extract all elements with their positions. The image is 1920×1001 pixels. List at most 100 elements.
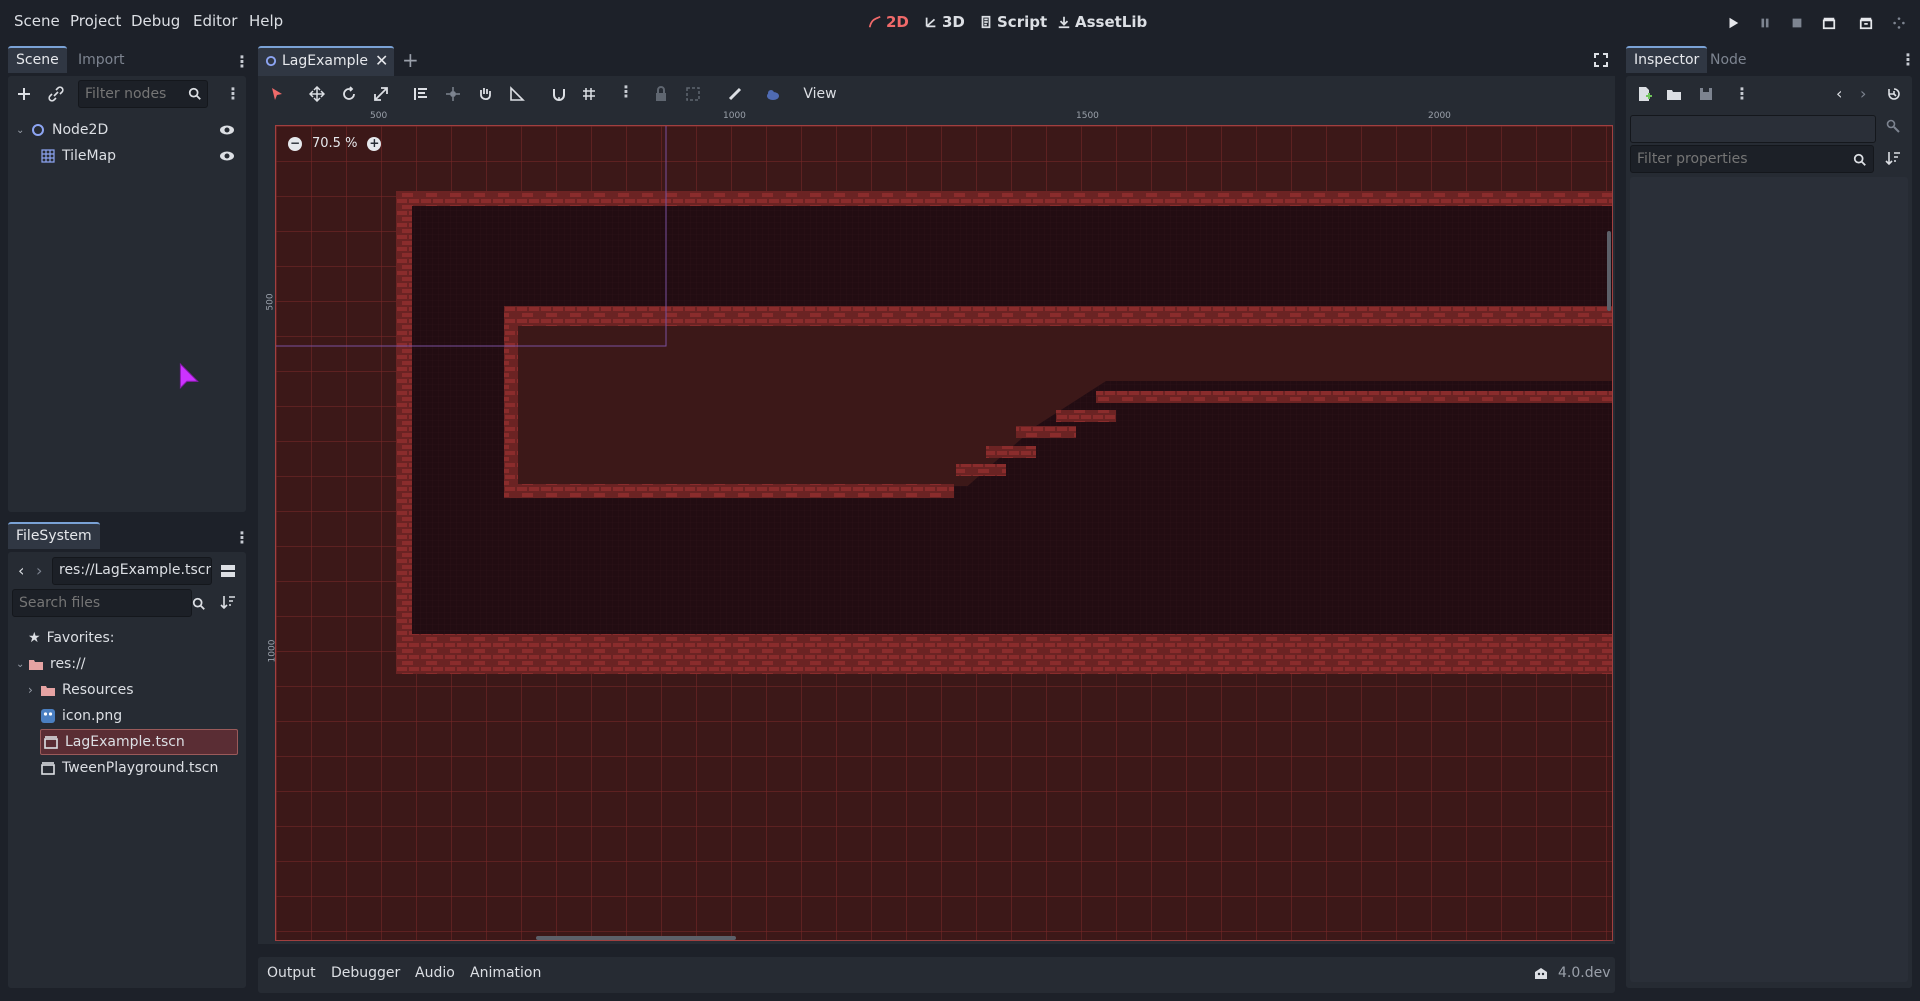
menu-scene[interactable]: Scene: [14, 12, 60, 30]
load-resource-button[interactable]: [1666, 86, 1682, 106]
tab-scene[interactable]: Scene: [8, 46, 67, 73]
close-tab-icon[interactable]: ✕: [375, 51, 388, 70]
rotate-mode-button[interactable]: [336, 82, 362, 106]
scene-tab-lagexample[interactable]: LagExample ✕: [258, 46, 394, 76]
scale-mode-button[interactable]: [368, 82, 394, 106]
zoom-out-icon[interactable]: −: [288, 136, 302, 151]
version-label: 4.0.dev: [1558, 965, 1611, 981]
vertical-scrollbar[interactable]: [1607, 231, 1611, 311]
zoom-in-icon[interactable]: +: [367, 136, 382, 151]
ruler-mode-button[interactable]: [504, 82, 530, 106]
favorites-row[interactable]: ★ Favorites:: [28, 625, 115, 651]
split-mode-button[interactable]: [220, 563, 236, 583]
scene-file-icon: [41, 762, 55, 775]
horizontal-scrollbar[interactable]: [536, 936, 736, 940]
move-mode-button[interactable]: [304, 82, 330, 106]
search-files-input[interactable]: [12, 589, 192, 617]
file-item-icon-png[interactable]: icon.png: [40, 703, 122, 729]
lock-button[interactable]: [648, 82, 674, 106]
inspector-extra-menu-icon[interactable]: ⋮: [1734, 86, 1750, 102]
group-button[interactable]: [680, 82, 706, 106]
tab-import[interactable]: Import: [70, 46, 132, 74]
menu-editor[interactable]: Editor: [193, 12, 237, 30]
new-resource-button[interactable]: [1636, 86, 1652, 106]
scene-tree-menu-icon[interactable]: ⋮: [225, 86, 241, 102]
view-menu-button[interactable]: View: [798, 82, 842, 106]
filesystem-path-field[interactable]: res://LagExample.tscn: [52, 557, 212, 585]
play-scene-button[interactable]: [1820, 14, 1838, 32]
property-sort-button[interactable]: [1885, 150, 1901, 170]
new-scene-tab-plus-icon[interactable]: +: [402, 48, 419, 72]
grid-snap-icon: [583, 88, 595, 100]
list-select-button[interactable]: [408, 82, 434, 106]
pan-mode-button[interactable]: [472, 82, 498, 106]
instance-scene-button[interactable]: [48, 86, 70, 108]
file-item-lagexample[interactable]: LagExample.tscn: [40, 729, 238, 755]
visibility-eye-icon[interactable]: [219, 148, 235, 164]
tab-output[interactable]: Output: [267, 965, 316, 981]
smart-snap-button[interactable]: [546, 82, 572, 106]
hand-icon: [480, 88, 491, 101]
file-item-tweenplayground[interactable]: TweenPlayground.tscn: [40, 755, 218, 781]
forward-arrow-icon[interactable]: ›: [36, 561, 42, 580]
add-node-button[interactable]: [16, 86, 38, 108]
image-icon: [41, 709, 55, 723]
save-resource-button[interactable]: [1698, 86, 1714, 106]
workspace-assetlib-label: AssetLib: [1075, 13, 1148, 31]
workspace-2d-button[interactable]: 2D: [868, 13, 909, 31]
filter-properties-input[interactable]: [1630, 145, 1874, 173]
workspace-3d-button[interactable]: 3D: [924, 13, 965, 31]
file-item-resources[interactable]: › Resources: [28, 677, 134, 703]
tilemap-label: TileMap: [62, 148, 117, 164]
workspace-assetlib-button[interactable]: AssetLib: [1057, 13, 1147, 31]
history-back-icon[interactable]: ‹: [1836, 84, 1842, 103]
tile-ledge-bottom: [504, 484, 954, 498]
tree-item-node2d[interactable]: ⌄ Node2D: [16, 117, 238, 143]
viewport-2d-canvas[interactable]: − 70.5 % +: [275, 125, 1613, 941]
sort-files-button[interactable]: [220, 594, 236, 614]
workspace-script-button[interactable]: Script: [979, 13, 1047, 31]
inspector-dock-menu-icon[interactable]: ⋮: [1900, 52, 1916, 68]
scene-dock-menu-icon[interactable]: ⋮: [234, 54, 250, 70]
history-button[interactable]: [1886, 86, 1902, 106]
pivot-mode-button[interactable]: [440, 82, 466, 106]
workspace-3d-label: 3D: [942, 13, 965, 31]
object-properties-button[interactable]: [1885, 118, 1901, 138]
tab-audio[interactable]: Audio: [415, 965, 455, 981]
ruler-label: 1500: [1076, 111, 1099, 121]
object-path-field[interactable]: [1630, 115, 1876, 143]
res-root-row[interactable]: ⌄ res://: [16, 651, 86, 677]
snap-options-menu-icon[interactable]: ⋮: [618, 84, 634, 100]
menu-project[interactable]: Project: [70, 12, 121, 30]
menu-debug[interactable]: Debug: [131, 12, 180, 30]
tab-animation[interactable]: Animation: [470, 965, 541, 981]
history-forward-icon[interactable]: ›: [1860, 84, 1866, 103]
skeleton-button[interactable]: [722, 82, 748, 106]
tools-icon: [1886, 119, 1900, 133]
chevron-down-icon: ⌄: [16, 658, 25, 670]
camera-override-button[interactable]: [760, 82, 786, 106]
stop-icon: [1792, 18, 1802, 28]
pause-button[interactable]: [1756, 14, 1774, 32]
play-button[interactable]: [1724, 14, 1742, 32]
grid-snap-button[interactable]: [576, 82, 602, 106]
tab-node[interactable]: Node: [1702, 46, 1755, 74]
tab-inspector[interactable]: Inspector: [1626, 46, 1708, 73]
move-icon: [309, 86, 325, 102]
list-select-icon: [414, 88, 427, 100]
distraction-free-button[interactable]: [1593, 52, 1609, 72]
zoom-level[interactable]: 70.5 %: [312, 136, 357, 151]
back-arrow-icon[interactable]: ‹: [18, 561, 24, 580]
play-custom-scene-button[interactable]: [1857, 14, 1875, 32]
visibility-eye-icon[interactable]: [219, 122, 235, 138]
select-mode-button[interactable]: [264, 82, 290, 106]
filesystem-menu-icon[interactable]: ⋮: [234, 530, 250, 546]
lock-icon: [656, 86, 666, 101]
node2d-label: Node2D: [52, 122, 109, 138]
menu-help[interactable]: Help: [249, 12, 283, 30]
tab-filesystem[interactable]: FileSystem: [8, 522, 100, 549]
tab-debugger[interactable]: Debugger: [331, 965, 400, 981]
stop-button[interactable]: [1788, 14, 1806, 32]
arrow-select-icon: [272, 88, 282, 100]
tree-item-tilemap[interactable]: TileMap: [40, 143, 238, 169]
